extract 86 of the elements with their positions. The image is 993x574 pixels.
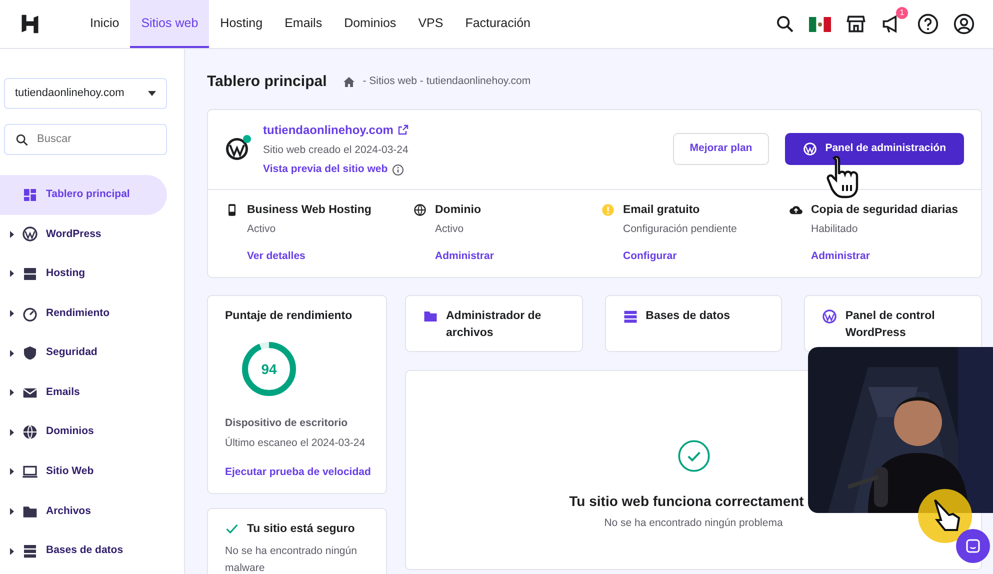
- status-dot: [243, 135, 251, 144]
- chat-icon: [965, 538, 981, 554]
- caret-icon: [148, 91, 156, 96]
- database-icon: [22, 543, 38, 560]
- folder-icon: [423, 308, 438, 324]
- nav-tab[interactable]: Emails: [274, 0, 334, 48]
- sidebar-item[interactable]: Tablero principal: [0, 175, 167, 215]
- breadcrumb: - Sitios web - tutiendaonlinehoy.com: [362, 74, 531, 90]
- sidebar-item[interactable]: Emails: [0, 372, 167, 413]
- created-date: Sitio web creado el 2024-03-24: [263, 142, 410, 158]
- search-field[interactable]: Buscar: [37, 131, 157, 148]
- flag-icon[interactable]: [809, 16, 831, 32]
- check-icon: [225, 522, 239, 536]
- sidebar-item[interactable]: Sitio Web: [0, 452, 167, 492]
- tool-card[interactable]: Administrador de archivos: [405, 294, 583, 352]
- service-status: Habilitado: [811, 222, 859, 238]
- score-value: 94: [261, 362, 277, 376]
- score-ring: [240, 340, 298, 398]
- info-icon: [392, 164, 404, 176]
- click-cursor-icon: [917, 488, 973, 544]
- nav-tab[interactable]: Facturación: [454, 0, 542, 48]
- page-title: Tablero principal: [207, 72, 327, 92]
- upgrade-button[interactable]: Mejorar plan: [672, 133, 770, 166]
- external-link-icon: [397, 124, 410, 136]
- service-title: Business Web Hosting: [247, 203, 372, 218]
- nav-tab[interactable]: Sitios web: [130, 0, 210, 48]
- sidebar-item[interactable]: Bases de datos: [0, 531, 167, 571]
- service-link[interactable]: Ver detalles: [247, 250, 306, 262]
- service-status: Configuración pendiente: [623, 222, 737, 238]
- search-icon: [775, 14, 795, 34]
- sidebar-item[interactable]: WordPress: [0, 214, 167, 254]
- sidebar-item[interactable]: Archivos: [0, 492, 167, 532]
- service-link[interactable]: Configurar: [623, 250, 677, 262]
- check-circle-icon: [676, 438, 710, 473]
- help-icon: [917, 13, 939, 35]
- nav-tab[interactable]: Inicio: [79, 0, 130, 48]
- domain-select[interactable]: tutiendaonlinehoy.com: [4, 78, 167, 109]
- service-title: Dominio: [435, 203, 482, 218]
- search-icon: [15, 132, 29, 146]
- database-icon: [622, 308, 638, 324]
- device-label: Dispositivo de escritorio: [225, 416, 349, 430]
- sidebar-item[interactable]: Hosting: [0, 254, 167, 294]
- server-icon: [22, 266, 38, 282]
- card-text: No se ha encontrado ningún malware: [225, 544, 358, 574]
- service-title: Email gratuito: [623, 203, 701, 218]
- dashboard-icon: [22, 186, 38, 203]
- warning-icon: [601, 203, 615, 217]
- tool-card[interactable]: Panel de control WordPress: [804, 294, 982, 352]
- wordpress-icon: [803, 142, 818, 156]
- sidebar-item[interactable]: Dominios: [0, 412, 167, 452]
- speed-test-link[interactable]: Ejecutar prueba de velocidad: [225, 466, 371, 478]
- site-link[interactable]: tutiendaonlinehoy.com: [263, 120, 394, 138]
- admin-button[interactable]: Panel de administración: [785, 133, 964, 166]
- shield-icon: [22, 345, 38, 362]
- store-icon: [845, 13, 867, 35]
- nav-tab[interactable]: VPS: [407, 0, 454, 48]
- status-text: No se ha encontrado ningún problema: [604, 516, 783, 531]
- notification-badge: 1: [896, 7, 908, 19]
- card-title: Puntaje de rendimiento: [225, 308, 354, 324]
- search-box[interactable]: Buscar: [4, 124, 167, 155]
- logo-icon: [19, 13, 41, 35]
- service-link[interactable]: Administrar: [435, 250, 494, 262]
- tool-card[interactable]: Bases de datos: [604, 294, 782, 352]
- cloud-upload-icon: [789, 203, 803, 217]
- home-icon: [342, 76, 355, 88]
- wordpress-icon: [225, 137, 249, 162]
- nav-tab[interactable]: Hosting: [209, 0, 274, 48]
- status-title: Tu sitio web funciona correctament: [569, 492, 804, 511]
- service-status: Activo: [435, 222, 465, 238]
- preview-link[interactable]: Vista previa del sitio web: [263, 162, 388, 178]
- wordpress-icon: [822, 308, 838, 324]
- gauge-icon: [22, 306, 38, 322]
- sidebar-item[interactable]: Seguridad: [0, 333, 167, 373]
- wordpress-icon: [22, 226, 38, 242]
- card-title: Tu sitio está seguro: [247, 522, 355, 537]
- sidebar-item[interactable]: Rendimiento: [0, 294, 167, 334]
- service-title: Copia de seguridad diarias: [811, 203, 958, 218]
- scan-date: Último escaneo el 2024-03-24: [225, 436, 366, 452]
- service-link[interactable]: Administrar: [811, 250, 870, 262]
- service-status: Activo: [247, 222, 277, 238]
- nav-tab[interactable]: Dominios: [333, 0, 408, 48]
- globe-icon: [413, 203, 427, 217]
- laptop-icon: [22, 464, 38, 480]
- account-icon: [953, 13, 975, 35]
- globe-icon: [22, 424, 38, 440]
- folder-icon: [22, 504, 38, 520]
